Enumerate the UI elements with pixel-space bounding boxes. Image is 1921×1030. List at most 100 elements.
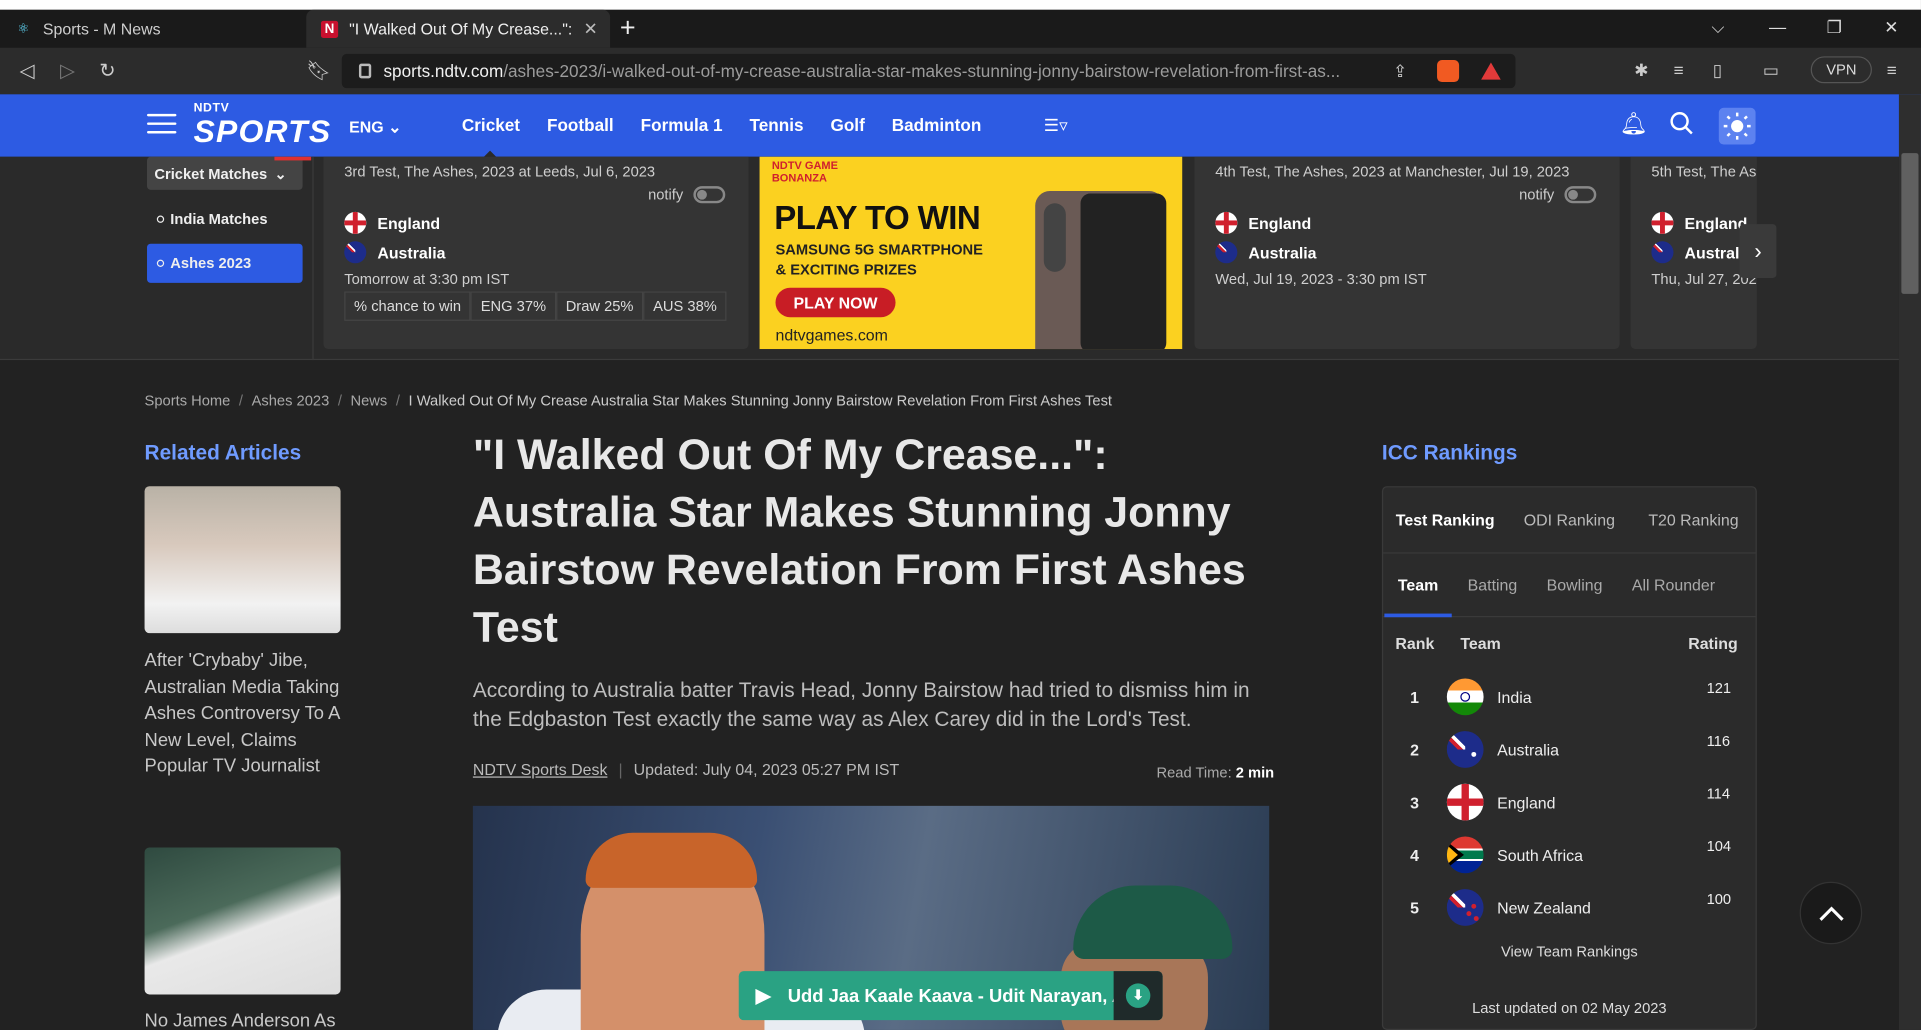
ranking-row[interactable]: 4 South Africa 104 [1383,832,1755,883]
tab-batting[interactable]: Batting [1453,554,1532,616]
notify-label: notify [648,186,684,204]
rewards-triangle-icon[interactable] [1481,62,1501,80]
tab-team[interactable]: Team [1383,554,1453,618]
nav-tennis[interactable]: Tennis [750,115,804,135]
filter-india-matches[interactable]: India Matches [147,200,303,239]
ranking-row[interactable]: 3 England 114 [1383,779,1755,830]
back-icon[interactable]: ◁ [20,59,35,83]
nav-formula-1[interactable]: Formula 1 [641,115,723,135]
tab-sports-m-news[interactable]: ⚛ Sports - M News [0,10,306,48]
breadcrumb-news[interactable]: News [351,392,388,409]
team-row: England [1215,211,1311,234]
view-team-rankings-link[interactable]: View Team Rankings [1383,943,1755,960]
match-title: 5th Test, The As [1651,162,1757,181]
tab-bowling[interactable]: Bowling [1532,554,1617,616]
playlist-icon[interactable]: ≡ [1673,60,1683,80]
browser-toolbar: ◁ ▷ ↻ 🔖︎ sports.ndtv.com /ashes-2023/i-w… [0,47,1921,95]
read-time-label: Read Time: [1156,764,1232,782]
scrollbar-thumb[interactable] [1901,153,1919,294]
match-card-5th-test[interactable]: 5th Test, The As England Australi Thu, J… [1630,156,1757,350]
download-icon: ⬇ [1125,983,1151,1008]
close-tab-icon[interactable]: ✕ [583,18,597,39]
sidebar-icon[interactable]: ▯ [1713,60,1722,81]
forward-icon[interactable]: ▷ [60,59,75,83]
download-button[interactable]: ⬇ [1113,971,1163,1021]
odds-label: % chance to win [344,291,471,321]
match-title: 3rd Test, The Ashes, 2023 at Leeds, Jul … [344,162,656,181]
breadcrumb-sports-home[interactable]: Sports Home [145,392,231,409]
rating-value: 121 [1706,679,1732,697]
tab-t20-ranking[interactable]: T20 Ranking [1631,487,1755,552]
close-window-icon[interactable]: ✕ [1884,17,1898,38]
cricket-matches-dropdown[interactable]: Cricket Matches ⌄ [147,156,312,190]
ad-site: ndtvgames.com [775,325,888,345]
tab-title: Sports - M News [42,19,161,38]
rank-value: 3 [1410,793,1419,812]
read-time: Read Time: 2 min [1156,764,1274,781]
notification-bell-icon[interactable]: 🔔︎ [1620,111,1648,137]
related-article-thumbnail[interactable] [144,847,341,995]
australia-flag-icon [1215,241,1238,264]
ndtv-favicon-icon: N [320,20,339,38]
share-icon[interactable]: ⇪ [1393,61,1407,82]
scroll-to-top-button[interactable] [1799,881,1863,945]
theme-settings-button[interactable] [1718,107,1756,145]
ndtv-sports-logo[interactable]: NDTV SPORTS [194,102,332,147]
filter-ashes-2023[interactable]: Ashes 2023 [147,243,303,283]
music-player-bar[interactable]: ▶ Udd Jaa Kaale Kaava - Udit Narayan, A … [738,971,1163,1021]
author-link[interactable]: NDTV Sports Desk [473,761,608,779]
team-row: Australia [1215,241,1317,264]
ranking-row[interactable]: 5 New Zealand 100 [1383,884,1755,935]
nav-cricket[interactable]: Cricket [462,115,520,158]
wallet-icon[interactable]: ▭ [1763,60,1779,81]
notify-toggle[interactable]: notify [1519,186,1596,204]
notify-toggle[interactable]: notify [648,186,725,204]
tab-list-chevron-icon[interactable]: ⌵ [1711,17,1724,38]
tab-odi-ranking[interactable]: ODI Ranking [1507,487,1631,552]
more-menu-icon[interactable]: ☰▿ [1044,115,1068,136]
nav-golf[interactable]: Golf [830,115,864,135]
england-flag-icon [1651,211,1674,234]
tab-test-ranking[interactable]: Test Ranking [1383,487,1507,552]
menu-icon[interactable]: ≡ [1887,60,1897,80]
address-bar[interactable]: sports.ndtv.com /ashes-2023/i-walked-out… [341,53,1516,89]
vpn-button[interactable]: VPN [1810,56,1872,84]
reload-icon[interactable]: ↻ [99,59,115,83]
nav-football[interactable]: Football [547,115,614,135]
live-scores-strip: Cricket Matches ⌄ India Matches Ashes 20… [0,156,1899,361]
game-bonanza-ad[interactable]: NDTV GAME BONANZA PLAY TO WIN SAMSUNG 5G… [759,156,1183,350]
brave-shield-icon[interactable] [1437,60,1460,83]
tab-ndtv-article[interactable]: N "I Walked Out Of My Crease...": A ✕ [306,9,611,48]
nav-badminton[interactable]: Badminton [892,115,982,135]
rating-value: 104 [1706,837,1732,855]
rank-value: 2 [1410,740,1419,760]
hamburger-menu-icon[interactable] [147,113,177,136]
bookmark-icon[interactable]: 🔖︎ [306,59,331,83]
related-article-title[interactable]: No James Anderson As [145,1008,347,1030]
category-tabs: Team Batting Bowling All Rounder [1383,554,1756,618]
play-now-button[interactable]: PLAY NOW [775,287,896,318]
minimize-icon[interactable]: — [1769,17,1786,37]
last-updated-text: Last updated on 02 May 2023 [1472,999,1667,1017]
language-selector[interactable]: ENG ⌄ [349,118,401,138]
new-tab-button[interactable]: + [620,12,636,44]
ranking-row[interactable]: 1 India 121 [1383,674,1755,725]
related-article-thumbnail[interactable] [144,486,341,634]
toggle-switch-icon [693,186,725,204]
play-icon[interactable]: ▶ [739,983,788,1007]
england-flag-icon [1446,783,1484,821]
vpn-label: VPN [1826,61,1857,79]
search-icon[interactable] [1670,111,1695,142]
match-card-3rd-test[interactable]: 3rd Test, The Ashes, 2023 at Leeds, Jul … [323,156,749,350]
next-arrow-icon[interactable]: › [1739,224,1777,279]
south-africa-flag-icon [1446,836,1484,874]
extensions-icon[interactable]: ✱ [1634,60,1648,81]
related-article-title[interactable]: After 'Crybaby' Jibe, Australian Media T… [145,648,347,780]
restore-icon[interactable]: ❐ [1827,17,1842,38]
ranking-row[interactable]: 2 Australia 116 [1383,726,1755,777]
breadcrumb-ashes-2023[interactable]: Ashes 2023 [252,392,330,409]
match-card-4th-test[interactable]: 4th Test, The Ashes, 2023 at Manchester,… [1194,156,1620,350]
team-name: Australia [377,243,446,262]
tab-all-rounder[interactable]: All Rounder [1617,554,1730,616]
match-time: Wed, Jul 19, 2023 - 3:30 pm IST [1215,270,1427,288]
